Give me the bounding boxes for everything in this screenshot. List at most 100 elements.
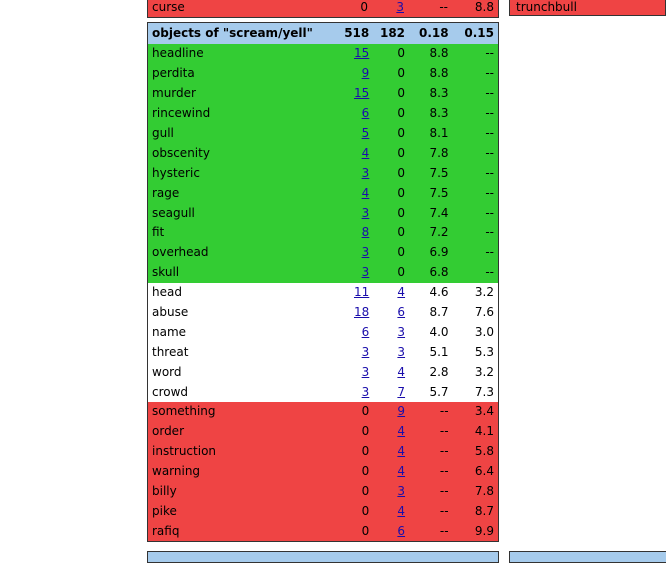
count-1-link[interactable]: 3 [362, 265, 370, 279]
count-2-link[interactable]: 3 [397, 484, 405, 498]
count-2-link[interactable]: 3 [396, 0, 404, 14]
count-2-link[interactable]: 9 [397, 404, 405, 418]
score-2: 3.2 [452, 282, 499, 303]
score-2: 5.3 [452, 342, 499, 363]
score-2: -- [452, 123, 499, 144]
previous-table-fragment: curse 0 3 -- 8.8 [147, 0, 499, 18]
table-row: crowd 3 7 5.7 7.3 [147, 382, 499, 403]
count-1-link[interactable]: 4 [362, 186, 370, 200]
score-1: 7.8 [409, 143, 453, 164]
score-2: -- [452, 163, 499, 184]
table-row: instruction 0 4 -- 5.8 [147, 441, 499, 462]
count-1-link[interactable]: 3 [362, 345, 370, 359]
score-2: 3.4 [452, 402, 499, 422]
score-2: 7.6 [452, 302, 499, 323]
score-1: 2.8 [409, 362, 453, 383]
table-row: murder 15 0 8.3 -- [147, 83, 499, 104]
score-2: -- [452, 242, 499, 263]
score-1: 8.7 [409, 302, 453, 323]
count-2-link[interactable]: 4 [397, 285, 405, 299]
score-2: 9.9 [452, 521, 499, 542]
count-2-link[interactable]: 3 [397, 345, 405, 359]
objects-table: objects of "scream/yell" 518 182 0.18 0.… [147, 22, 499, 542]
score-2: -- [452, 103, 499, 124]
score-1: -- [409, 402, 453, 422]
score-2: -- [452, 223, 499, 243]
row-word: billy [147, 481, 341, 502]
score-1: 4.6 [409, 282, 453, 303]
count-1-link[interactable]: 18 [354, 305, 369, 319]
score-1: 7.5 [409, 163, 453, 184]
table-row: hysteric 3 0 7.5 -- [147, 163, 499, 184]
row-word: hysteric [147, 163, 341, 184]
score-2: 8.8 [452, 0, 499, 18]
row-word: something [147, 402, 341, 422]
score-2: -- [452, 63, 499, 84]
table-row: head 11 4 4.6 3.2 [147, 282, 499, 303]
count-1: 0 [340, 461, 374, 482]
table-row: curse 0 3 -- 8.8 [147, 0, 499, 18]
count-1-link[interactable]: 5 [362, 126, 370, 140]
count-1-link[interactable]: 3 [362, 166, 370, 180]
count-2-link[interactable]: 4 [397, 365, 405, 379]
count-1-link[interactable]: 11 [354, 285, 369, 299]
score-2: 3.2 [452, 362, 499, 383]
count-2-link[interactable]: 3 [397, 325, 405, 339]
count-2: 0 [373, 63, 410, 84]
next-table-header [147, 551, 499, 563]
count-2-link[interactable]: 4 [397, 464, 405, 478]
row-word: fit [147, 223, 341, 243]
count-1-link[interactable]: 4 [362, 146, 370, 160]
score-2: -- [452, 262, 499, 283]
count-1-link[interactable]: 3 [362, 365, 370, 379]
count-2-link[interactable]: 4 [397, 504, 405, 518]
row-word: instruction [147, 441, 341, 462]
count-1-link[interactable]: 3 [362, 245, 370, 259]
score-1: -- [409, 481, 453, 502]
header-score-1: 0.18 [409, 22, 453, 44]
count-1-link[interactable]: 3 [362, 206, 370, 220]
score-1: -- [408, 0, 452, 18]
table-row: abuse 18 6 8.7 7.6 [147, 302, 499, 323]
score-2: 6.4 [452, 461, 499, 482]
count-1-link[interactable]: 3 [362, 385, 370, 399]
table-row: pike 0 4 -- 8.7 [147, 501, 499, 522]
score-1: 8.3 [409, 103, 453, 124]
count-2-link[interactable]: 4 [397, 444, 405, 458]
row-word: head [147, 282, 341, 303]
count-2-link[interactable]: 6 [397, 305, 405, 319]
row-word: gull [147, 123, 341, 144]
row-word: curse [147, 0, 342, 18]
table-row: skull 3 0 6.8 -- [147, 262, 499, 283]
count-2: 0 [373, 103, 410, 124]
count-2: 0 [373, 44, 410, 64]
table-row: warning 0 4 -- 6.4 [147, 461, 499, 482]
score-1: 7.2 [409, 223, 453, 243]
row-word: rage [147, 183, 341, 204]
table-row: name 6 3 4.0 3.0 [147, 322, 499, 343]
table-row: rage 4 0 7.5 -- [147, 183, 499, 204]
count-2: 0 [373, 223, 410, 243]
score-1: -- [409, 501, 453, 522]
count-1: 0 [340, 481, 374, 502]
count-2-link[interactable]: 7 [397, 385, 405, 399]
count-1: 0 [340, 501, 374, 522]
count-1-link[interactable]: 9 [362, 66, 370, 80]
count-2-link[interactable]: 6 [397, 524, 405, 538]
score-1: 8.3 [409, 83, 453, 104]
count-1-link[interactable]: 15 [354, 46, 369, 60]
table-row: threat 3 3 5.1 5.3 [147, 342, 499, 363]
count-2-link[interactable]: 4 [397, 424, 405, 438]
score-2: -- [452, 183, 499, 204]
count-1-link[interactable]: 6 [362, 106, 370, 120]
count-1-link[interactable]: 6 [362, 325, 370, 339]
count-1-link[interactable]: 15 [354, 86, 369, 100]
score-2: 4.1 [452, 421, 499, 442]
table-row: rafiq 0 6 -- 9.9 [147, 521, 499, 542]
count-1-link[interactable]: 8 [362, 225, 370, 239]
row-word: abuse [147, 302, 341, 323]
row-word: headline [147, 44, 341, 64]
count-1: 0 [340, 421, 374, 442]
score-1: 6.8 [409, 262, 453, 283]
table-row: order 0 4 -- 4.1 [147, 421, 499, 442]
